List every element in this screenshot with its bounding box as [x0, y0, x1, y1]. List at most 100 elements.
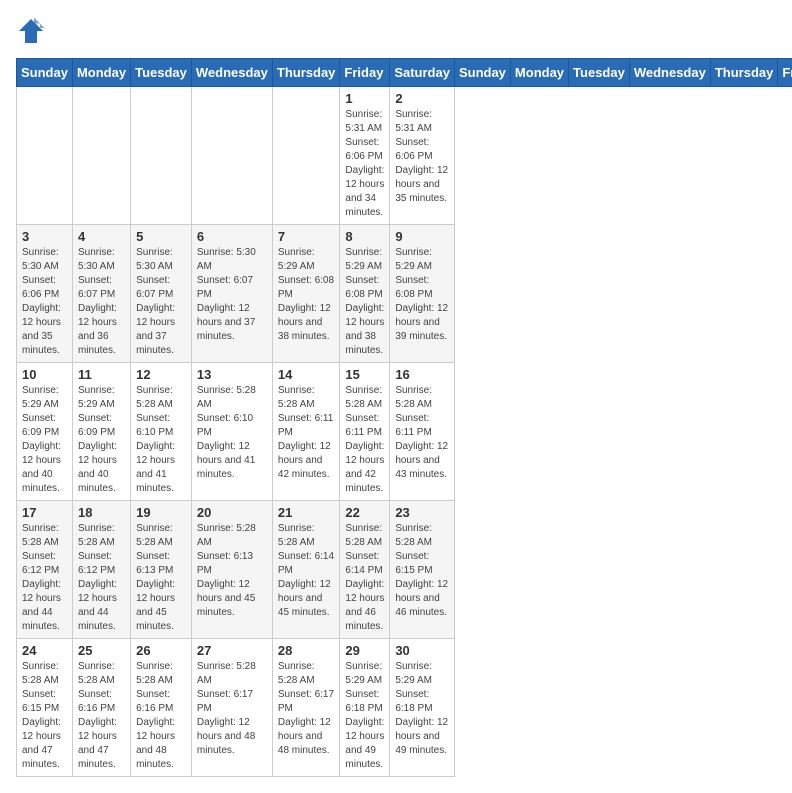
day-number: 24	[22, 643, 67, 658]
col-header-monday: Monday	[510, 59, 568, 87]
day-number: 5	[136, 229, 186, 244]
col-header-tuesday: Tuesday	[131, 59, 192, 87]
calendar-week-5: 24 Sunrise: 5:28 AM Sunset: 6:15 PM Dayli…	[17, 639, 792, 777]
calendar-cell: 12 Sunrise: 5:28 AM Sunset: 6:10 PM Dayli…	[131, 363, 192, 501]
calendar-cell: 18 Sunrise: 5:28 AM Sunset: 6:12 PM Dayli…	[72, 501, 130, 639]
day-info: Sunrise: 5:28 AM Sunset: 6:17 PM Dayligh…	[278, 660, 335, 758]
day-number: 16	[395, 367, 449, 382]
day-info: Sunrise: 5:28 AM Sunset: 6:15 PM Dayligh…	[395, 522, 449, 620]
day-info: Sunrise: 5:30 AM Sunset: 6:07 PM Dayligh…	[197, 246, 267, 344]
calendar-cell: 15Sunrise: 5:28 AM Sunset: 6:11 PM Dayli…	[340, 363, 390, 501]
day-info: Sunrise: 5:29 AM Sunset: 6:08 PM Dayligh…	[345, 246, 384, 358]
day-number: 7	[278, 229, 335, 244]
day-number: 8	[345, 229, 384, 244]
day-info: Sunrise: 5:31 AM Sunset: 6:06 PM Dayligh…	[395, 108, 449, 206]
day-number: 9	[395, 229, 449, 244]
day-info: Sunrise: 5:28 AM Sunset: 6:17 PM Dayligh…	[197, 660, 267, 758]
day-info: Sunrise: 5:28 AM Sunset: 6:16 PM Dayligh…	[78, 660, 125, 772]
calendar-cell: 17 Sunrise: 5:28 AM Sunset: 6:12 PM Dayli…	[17, 501, 73, 639]
calendar-cell: 6 Sunrise: 5:30 AM Sunset: 6:07 PM Daylig…	[191, 225, 272, 363]
col-header-wednesday: Wednesday	[629, 59, 710, 87]
day-number: 20	[197, 505, 267, 520]
calendar-cell: 9Sunrise: 5:29 AM Sunset: 6:08 PM Daylig…	[390, 225, 455, 363]
col-header-sunday: Sunday	[454, 59, 510, 87]
day-number: 26	[136, 643, 186, 658]
calendar-cell: 22Sunrise: 5:28 AM Sunset: 6:14 PM Dayli…	[340, 501, 390, 639]
calendar-cell: 16 Sunrise: 5:28 AM Sunset: 6:11 PM Dayli…	[390, 363, 455, 501]
calendar-cell	[17, 87, 73, 225]
calendar-week-2: 3 Sunrise: 5:30 AM Sunset: 6:06 PM Daylig…	[17, 225, 792, 363]
day-number: 27	[197, 643, 267, 658]
day-info: Sunrise: 5:28 AM Sunset: 6:11 PM Dayligh…	[278, 384, 335, 482]
day-number: 28	[278, 643, 335, 658]
day-info: Sunrise: 5:30 AM Sunset: 6:06 PM Dayligh…	[22, 246, 67, 358]
calendar-cell: 29 Sunrise: 5:29 AM Sunset: 6:18 PM Dayli…	[340, 639, 390, 777]
day-info: Sunrise: 5:28 AM Sunset: 6:11 PM Dayligh…	[395, 384, 449, 482]
day-info: Sunrise: 5:28 AM Sunset: 6:16 PM Dayligh…	[136, 660, 186, 772]
day-number: 14	[278, 367, 335, 382]
day-number: 19	[136, 505, 186, 520]
calendar-cell: 5 Sunrise: 5:30 AM Sunset: 6:07 PM Daylig…	[131, 225, 192, 363]
day-number: 25	[78, 643, 125, 658]
day-info: Sunrise: 5:28 AM Sunset: 6:12 PM Dayligh…	[22, 522, 67, 634]
col-header-friday: Friday	[340, 59, 390, 87]
day-info: Sunrise: 5:28 AM Sunset: 6:10 PM Dayligh…	[197, 384, 267, 482]
calendar-cell: 10 Sunrise: 5:29 AM Sunset: 6:09 PM Dayli…	[17, 363, 73, 501]
calendar-week-1: 1Sunrise: 5:31 AM Sunset: 6:06 PM Daylig…	[17, 87, 792, 225]
calendar-cell: 7Sunrise: 5:29 AM Sunset: 6:08 PM Daylig…	[272, 225, 340, 363]
calendar-cell	[72, 87, 130, 225]
day-number: 3	[22, 229, 67, 244]
day-info: Sunrise: 5:30 AM Sunset: 6:07 PM Dayligh…	[78, 246, 125, 358]
day-info: Sunrise: 5:28 AM Sunset: 6:12 PM Dayligh…	[78, 522, 125, 634]
day-number: 21	[278, 505, 335, 520]
calendar-cell: 13 Sunrise: 5:28 AM Sunset: 6:10 PM Dayli…	[191, 363, 272, 501]
day-info: Sunrise: 5:29 AM Sunset: 6:18 PM Dayligh…	[345, 660, 384, 772]
calendar-cell	[272, 87, 340, 225]
calendar-cell: 23 Sunrise: 5:28 AM Sunset: 6:15 PM Dayli…	[390, 501, 455, 639]
day-number: 30	[395, 643, 449, 658]
calendar-cell: 8 Sunrise: 5:29 AM Sunset: 6:08 PM Daylig…	[340, 225, 390, 363]
calendar-cell: 2 Sunrise: 5:31 AM Sunset: 6:06 PM Daylig…	[390, 87, 455, 225]
day-info: Sunrise: 5:29 AM Sunset: 6:09 PM Dayligh…	[78, 384, 125, 496]
day-number: 18	[78, 505, 125, 520]
day-number: 6	[197, 229, 267, 244]
col-header-monday: Monday	[72, 59, 130, 87]
day-info: Sunrise: 5:31 AM Sunset: 6:06 PM Dayligh…	[345, 108, 384, 220]
logo-icon	[16, 16, 46, 46]
calendar-cell: 19 Sunrise: 5:28 AM Sunset: 6:13 PM Dayli…	[131, 501, 192, 639]
calendar-cell: 24 Sunrise: 5:28 AM Sunset: 6:15 PM Dayli…	[17, 639, 73, 777]
day-number: 12	[136, 367, 186, 382]
day-number: 29	[345, 643, 384, 658]
logo	[16, 16, 50, 46]
calendar-cell: 26 Sunrise: 5:28 AM Sunset: 6:16 PM Dayli…	[131, 639, 192, 777]
day-info: Sunrise: 5:29 AM Sunset: 6:09 PM Dayligh…	[22, 384, 67, 496]
day-number: 4	[78, 229, 125, 244]
day-number: 11	[78, 367, 125, 382]
calendar-cell: 25 Sunrise: 5:28 AM Sunset: 6:16 PM Dayli…	[72, 639, 130, 777]
calendar-cell: 3 Sunrise: 5:30 AM Sunset: 6:06 PM Daylig…	[17, 225, 73, 363]
calendar-week-3: 10 Sunrise: 5:29 AM Sunset: 6:09 PM Dayli…	[17, 363, 792, 501]
col-header-saturday: Saturday	[390, 59, 455, 87]
day-number: 17	[22, 505, 67, 520]
day-info: Sunrise: 5:30 AM Sunset: 6:07 PM Dayligh…	[136, 246, 186, 358]
day-info: Sunrise: 5:28 AM Sunset: 6:13 PM Dayligh…	[136, 522, 186, 634]
day-info: Sunrise: 5:28 AM Sunset: 6:11 PM Dayligh…	[345, 384, 384, 496]
calendar-week-4: 17 Sunrise: 5:28 AM Sunset: 6:12 PM Dayli…	[17, 501, 792, 639]
calendar-cell: 4 Sunrise: 5:30 AM Sunset: 6:07 PM Daylig…	[72, 225, 130, 363]
col-header-sunday: Sunday	[17, 59, 73, 87]
calendar-cell: 27 Sunrise: 5:28 AM Sunset: 6:17 PM Dayli…	[191, 639, 272, 777]
col-header-thursday: Thursday	[710, 59, 778, 87]
calendar-cell	[191, 87, 272, 225]
calendar-cell: 11 Sunrise: 5:29 AM Sunset: 6:09 PM Dayli…	[72, 363, 130, 501]
col-header-tuesday: Tuesday	[569, 59, 630, 87]
day-info: Sunrise: 5:28 AM Sunset: 6:15 PM Dayligh…	[22, 660, 67, 772]
day-info: Sunrise: 5:28 AM Sunset: 6:10 PM Dayligh…	[136, 384, 186, 496]
day-number: 2	[395, 91, 449, 106]
day-number: 13	[197, 367, 267, 382]
col-header-friday: Friday	[778, 59, 792, 87]
day-number: 23	[395, 505, 449, 520]
calendar-cell	[131, 87, 192, 225]
day-number: 22	[345, 505, 384, 520]
day-number: 10	[22, 367, 67, 382]
calendar-cell: 30Sunrise: 5:29 AM Sunset: 6:18 PM Dayli…	[390, 639, 455, 777]
